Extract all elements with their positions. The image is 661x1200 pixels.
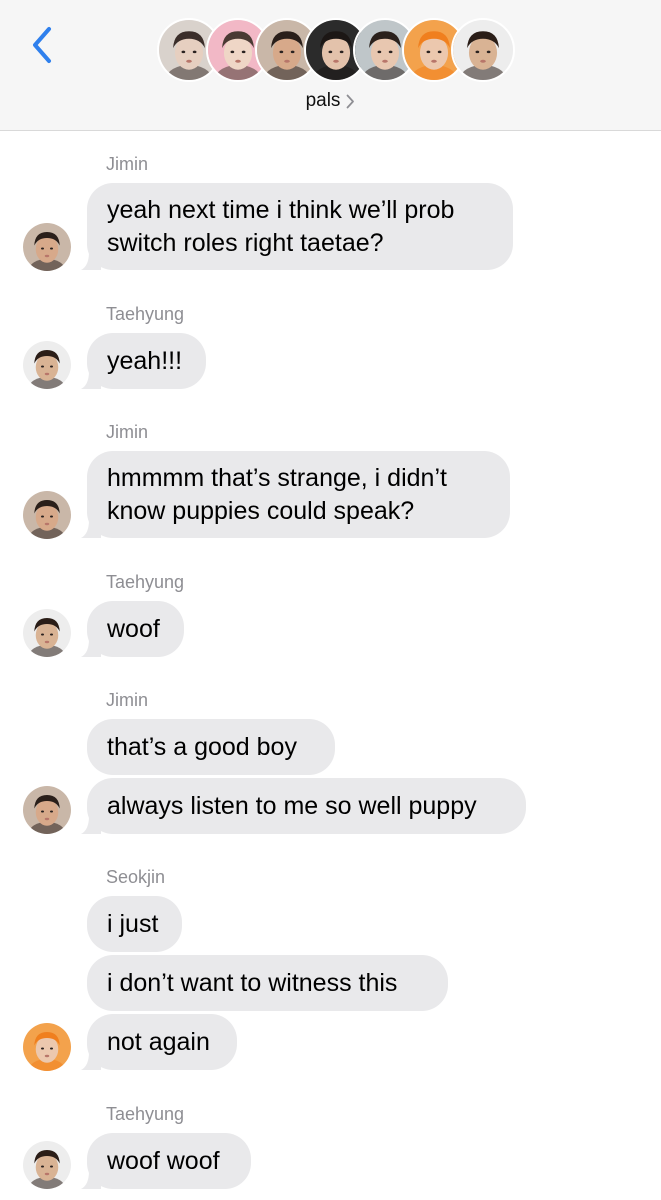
sender-name: Jimin <box>106 690 149 710</box>
bubble-tail <box>81 637 101 657</box>
message-text: yeah next time i think we’ll prob switch… <box>107 195 455 257</box>
group-info-button[interactable]: pals <box>0 90 661 112</box>
message-bubble[interactable]: yeah next time i think we’ll prob switch… <box>81 183 513 270</box>
message-bubble[interactable]: yeah!!! <box>81 333 206 389</box>
message-text: hmmmm that’s strange, i didn’t know pupp… <box>107 463 447 525</box>
avatar[interactable] <box>23 1141 71 1189</box>
group-member-avatar <box>451 18 515 82</box>
sender-name: Taehyung <box>106 304 185 324</box>
message-bubble[interactable]: not again <box>81 1014 237 1070</box>
chat-screen: pals Jimin yeah next time i think we’ll … <box>0 0 661 1200</box>
bubble-tail <box>81 369 101 389</box>
message-text: that’s a good boy <box>107 732 297 761</box>
avatar[interactable] <box>23 223 71 271</box>
sender-name: Taehyung <box>106 1104 185 1124</box>
avatar[interactable] <box>23 609 71 657</box>
avatar[interactable] <box>23 786 71 834</box>
bubble-tail <box>81 1169 101 1189</box>
bubble-tail <box>81 1050 101 1070</box>
message-text: i just <box>107 909 159 938</box>
avatar[interactable] <box>23 1023 71 1071</box>
avatar[interactable] <box>23 341 71 389</box>
chevron-right-icon <box>347 94 355 109</box>
message-bubble[interactable]: always listen to me so well puppy <box>81 778 526 834</box>
group-name: pals <box>305 90 341 111</box>
message-bubble[interactable]: that’s a good boy <box>87 719 335 775</box>
message-bubble[interactable]: hmmmm that’s strange, i didn’t know pupp… <box>81 451 510 538</box>
message-bubble[interactable]: i don’t want to witness this <box>87 955 448 1011</box>
message-text: not again <box>107 1027 210 1056</box>
message-text: i don’t want to witness this <box>107 968 398 997</box>
bubble-tail <box>81 814 101 834</box>
message-bubble[interactable]: i just <box>87 896 182 952</box>
sender-name: Jimin <box>106 422 149 442</box>
sender-name: Seokjin <box>106 867 166 887</box>
chat-header: pals <box>0 0 661 131</box>
sender-name: Jimin <box>106 154 149 174</box>
back-button[interactable] <box>22 22 62 68</box>
message-text: yeah!!! <box>107 346 183 375</box>
message-text: woof woof <box>107 1146 220 1175</box>
bubble-tail <box>81 518 101 538</box>
message-text: always listen to me so well puppy <box>107 791 477 820</box>
message-bubble[interactable]: woof woof <box>81 1133 251 1189</box>
avatar[interactable] <box>23 491 71 539</box>
message-text: woof <box>107 614 160 643</box>
sender-name: Taehyung <box>106 572 185 592</box>
message-bubble[interactable]: woof <box>81 601 184 657</box>
group-avatars[interactable] <box>157 18 517 84</box>
bubble-tail <box>81 250 101 270</box>
chevron-left-icon <box>33 27 51 63</box>
